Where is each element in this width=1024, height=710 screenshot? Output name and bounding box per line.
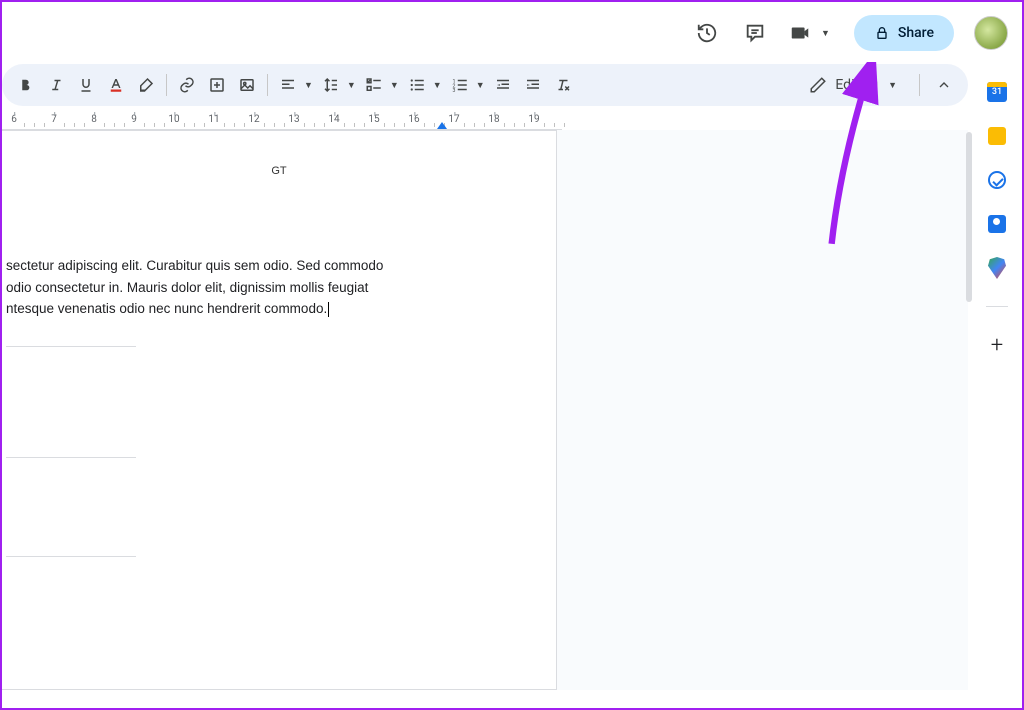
text-color-button[interactable] xyxy=(102,71,130,99)
checklist-button[interactable]: ▼ xyxy=(360,71,401,99)
document-page[interactable]: GT sectetur adipiscing elit. Curabitur q… xyxy=(2,130,557,690)
numbered-list-button[interactable]: 123▼ xyxy=(446,71,487,99)
line-spacing-button[interactable]: ▼ xyxy=(317,71,358,99)
header-bar: ▼ Share xyxy=(2,2,1022,64)
share-label: Share xyxy=(898,25,934,41)
ruler-tick: 14 xyxy=(328,114,339,125)
ruler-tick: 18 xyxy=(488,114,499,125)
collapse-toolbar-button[interactable] xyxy=(930,71,958,99)
maps-app-icon[interactable] xyxy=(987,258,1007,278)
keep-app-icon[interactable] xyxy=(987,126,1007,146)
ruler-tick: 9 xyxy=(131,114,137,125)
horizontal-rule xyxy=(6,556,136,557)
increase-indent-button[interactable] xyxy=(519,71,547,99)
editing-mode-button[interactable]: Editing ▼ xyxy=(799,70,909,100)
ruler-tick: 12 xyxy=(248,114,259,125)
ruler-tick: 13 xyxy=(288,114,299,125)
ruler[interactable]: 6 7 8 9 10 11 12 13 14 15 16 17 18 19 xyxy=(2,112,968,130)
toolbar: ▼ ▼ ▼ ▼ 123▼ Editing ▼ xyxy=(2,64,968,106)
bold-button[interactable] xyxy=(12,71,40,99)
insert-image-button[interactable] xyxy=(233,71,261,99)
ruler-tick: 16 xyxy=(408,114,419,125)
document-body[interactable]: sectetur adipiscing elit. Curabitur quis… xyxy=(2,185,556,320)
toolbar-divider xyxy=(267,74,268,96)
ruler-tick: 7 xyxy=(51,114,57,125)
lock-icon xyxy=(874,25,890,41)
ruler-tick: 15 xyxy=(368,114,379,125)
ruler-tick: 8 xyxy=(91,114,97,125)
page-header[interactable]: GT xyxy=(2,131,556,185)
svg-text:3: 3 xyxy=(452,88,455,94)
pencil-icon xyxy=(809,76,827,94)
document-area: GT sectetur adipiscing elit. Curabitur q… xyxy=(2,130,968,690)
align-button[interactable]: ▼ xyxy=(274,71,315,99)
ruler-tick: 17 xyxy=(448,114,459,125)
meet-button[interactable]: ▼ xyxy=(783,13,836,53)
ruler-tick: 6 xyxy=(11,114,17,125)
comments-button[interactable] xyxy=(735,13,775,53)
share-button[interactable]: Share xyxy=(854,15,954,51)
side-panel: + xyxy=(974,74,1020,355)
side-panel-divider xyxy=(986,306,1008,307)
get-addons-button[interactable]: + xyxy=(987,335,1007,355)
ruler-tick: 10 xyxy=(168,114,179,125)
editing-mode-label: Editing xyxy=(835,77,878,93)
highlight-button[interactable] xyxy=(132,71,160,99)
insert-link-button[interactable] xyxy=(173,71,201,99)
decrease-indent-button[interactable] xyxy=(489,71,517,99)
tasks-app-icon[interactable] xyxy=(987,170,1007,190)
meet-dropdown-caret[interactable]: ▼ xyxy=(819,28,832,39)
account-avatar[interactable] xyxy=(974,16,1008,50)
clear-formatting-button[interactable] xyxy=(549,71,577,99)
insert-comment-button[interactable] xyxy=(203,71,231,99)
calendar-app-icon[interactable] xyxy=(987,82,1007,102)
contacts-app-icon[interactable] xyxy=(987,214,1007,234)
ruler-tick: 19 xyxy=(528,114,539,125)
toolbar-divider xyxy=(919,74,920,96)
text-cursor xyxy=(328,302,329,317)
italic-button[interactable] xyxy=(42,71,70,99)
toolbar-divider xyxy=(166,74,167,96)
horizontal-rule xyxy=(6,457,136,458)
bulleted-list-button[interactable]: ▼ xyxy=(403,71,444,99)
ruler-tick: 11 xyxy=(208,114,219,125)
history-button[interactable] xyxy=(687,13,727,53)
ruler-margin-marker[interactable] xyxy=(437,122,447,129)
scrollbar-thumb[interactable] xyxy=(966,132,972,302)
editing-mode-caret: ▼ xyxy=(886,80,899,91)
horizontal-rule xyxy=(6,346,136,347)
underline-button[interactable] xyxy=(72,71,100,99)
